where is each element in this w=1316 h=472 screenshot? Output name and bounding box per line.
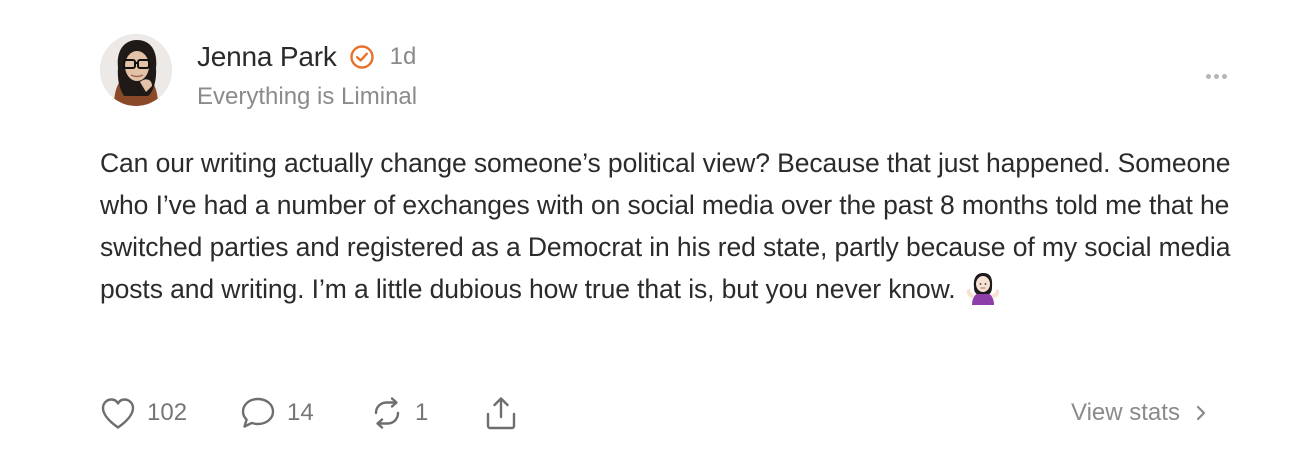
heart-icon <box>100 397 136 430</box>
like-count: 102 <box>147 399 188 426</box>
woman-shrugging-emoji-icon <box>965 271 1001 305</box>
post-body: Can our writing actually change someone’… <box>100 142 1235 310</box>
author-line: Jenna Park 1d <box>197 39 416 75</box>
post-timestamp[interactable]: 1d <box>390 43 417 71</box>
chevron-right-icon <box>1194 402 1208 424</box>
restack-icon <box>370 396 404 430</box>
comment-count: 14 <box>287 399 314 426</box>
post-text: Can our writing actually change someone’… <box>100 148 1231 304</box>
like-button[interactable]: 102 <box>100 397 240 430</box>
restack-button[interactable]: 1 <box>370 396 484 430</box>
action-bar: 102 14 1 <box>100 392 518 434</box>
restack-count: 1 <box>415 399 429 426</box>
author-name[interactable]: Jenna Park <box>197 41 337 73</box>
view-stats-button[interactable]: View stats <box>1071 396 1208 430</box>
view-stats-label: View stats <box>1071 399 1180 426</box>
share-icon <box>484 395 518 431</box>
comment-bubble-icon <box>240 396 276 430</box>
publication-name[interactable]: Everything is Liminal <box>197 83 417 111</box>
more-options-icon[interactable] <box>1200 66 1232 86</box>
comment-button[interactable]: 14 <box>240 396 370 430</box>
note-card: Jenna Park 1d Everything is Liminal Can … <box>0 0 1316 472</box>
avatar[interactable] <box>100 34 172 106</box>
share-button[interactable] <box>484 395 518 431</box>
verified-badge-icon <box>349 44 375 70</box>
